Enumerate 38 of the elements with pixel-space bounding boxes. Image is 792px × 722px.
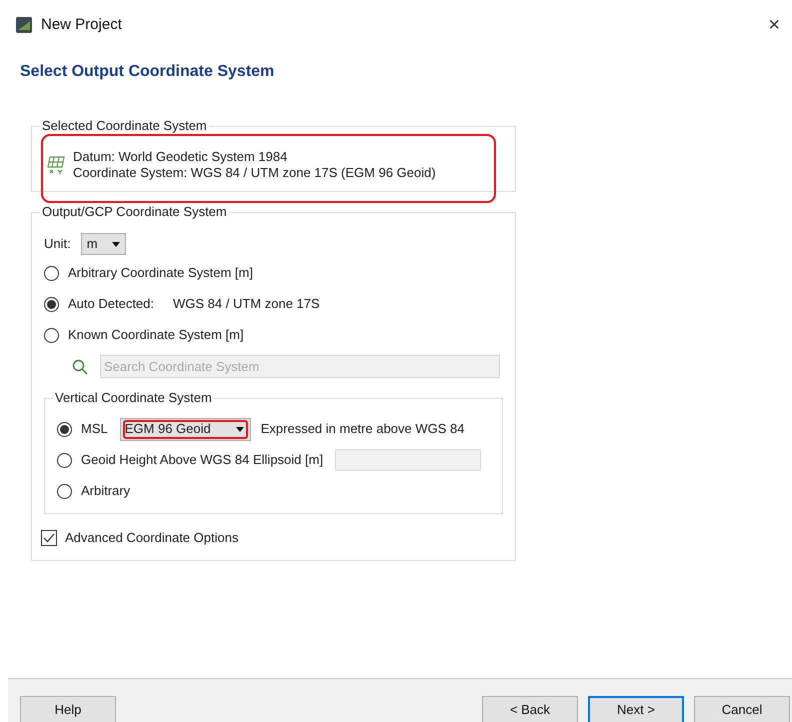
- window-title: New Project: [41, 14, 122, 35]
- dialog-button[interactable]: Next >: [588, 696, 684, 722]
- close-button[interactable]: ×: [764, 15, 784, 35]
- radio-button[interactable]: [44, 266, 59, 280]
- radio-button[interactable]: [44, 328, 59, 342]
- grid-icon: [47, 155, 65, 175]
- dialog-button[interactable]: Help: [20, 696, 116, 722]
- unit-dropdown[interactable]: m: [80, 233, 126, 255]
- checkbox[interactable]: [41, 530, 57, 546]
- group-title: Selected Coordinate System: [40, 118, 209, 134]
- app-icon: [16, 17, 32, 33]
- detected-system: WGS 84 / UTM zone 17S: [173, 295, 320, 314]
- radio-label[interactable]: Auto Detected:: [68, 294, 154, 314]
- radio-label[interactable]: Known Coordinate System [m]: [68, 325, 244, 345]
- page-heading: Select Output Coordinate System: [20, 62, 276, 82]
- radio-button[interactable]: [57, 422, 72, 436]
- geoid-dropdown[interactable]: EGM 96 Geoid: [120, 418, 251, 440]
- radio-label[interactable]: Geoid Height Above WGS 84 Ellipsoid [m]: [81, 450, 324, 470]
- dialog-button[interactable]: Cancel: [694, 696, 790, 722]
- radio-button[interactable]: [57, 484, 72, 498]
- caret-icon: [236, 426, 244, 432]
- system-info: Coordinate System: WGS 84 / UTM zone 17S (EGM 96 Geoid): [73, 165, 436, 181]
- group-title: Output/GCP Coordinate System: [40, 204, 229, 220]
- caret-icon: [112, 242, 120, 246]
- search-icon: [72, 358, 88, 374]
- checkbox-label[interactable]: Advanced Coordinate Options: [65, 528, 238, 548]
- radio-label[interactable]: Arbitrary: [81, 481, 130, 501]
- geoid-height-field[interactable]: [335, 449, 482, 471]
- radio-label[interactable]: Arbitrary Coordinate System [m]: [68, 263, 253, 283]
- radio-button[interactable]: [57, 452, 72, 468]
- radio-label[interactable]: MSL: [81, 419, 108, 439]
- radio-button[interactable]: [44, 296, 59, 312]
- geoid-note: Expressed in metre above WGS 84: [260, 420, 464, 438]
- dialog-button[interactable]: < Back: [482, 696, 578, 722]
- system-info: Datum: World Geodetic System 1984: [73, 149, 288, 165]
- search-field[interactable]: Search Coordinate System: [100, 355, 500, 378]
- unit-label: Unit:: [44, 235, 71, 254]
- group-title: Vertical Coordinate System: [53, 390, 214, 406]
